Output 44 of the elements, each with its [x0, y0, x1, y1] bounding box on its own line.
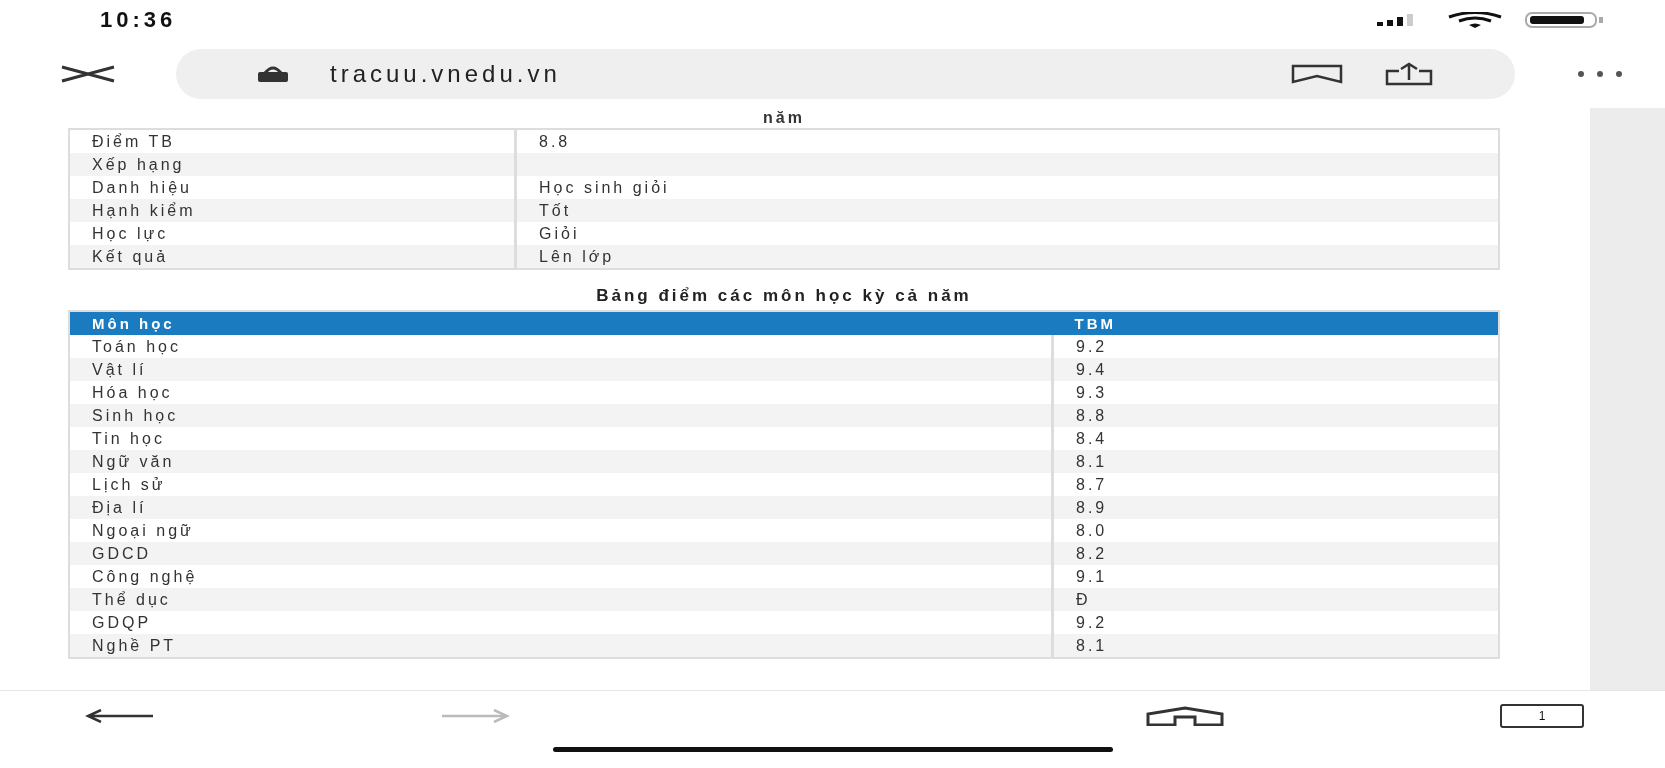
table-cell: Thể dục	[69, 588, 1053, 611]
table-cell: 9.4	[1052, 358, 1499, 381]
table-cell: Ngữ văn	[69, 450, 1053, 473]
table-cell: 8.9	[1052, 496, 1499, 519]
lock-icon	[256, 66, 290, 82]
table-cell: 8.8	[515, 129, 1499, 153]
bookmark-icon[interactable]	[1291, 64, 1343, 84]
close-icon[interactable]	[60, 65, 116, 83]
table-cell: Tin học	[69, 427, 1053, 450]
table-cell: GDQP	[69, 611, 1053, 634]
table-cell: 8.2	[1052, 542, 1499, 565]
table-cell: 8.1	[1052, 634, 1499, 658]
table-cell: Vật lí	[69, 358, 1053, 381]
table-cell: Toán học	[69, 335, 1053, 358]
table-cell: Xếp hạng	[69, 153, 516, 176]
table-cell: Hóa học	[69, 381, 1053, 404]
address-bar[interactable]: tracuu.vnedu.vn	[176, 49, 1515, 99]
table-cell: Đ	[1052, 588, 1499, 611]
more-icon[interactable]	[1575, 70, 1625, 78]
table-cell: Nghề PT	[69, 634, 1053, 658]
table-cell: Lịch sử	[69, 473, 1053, 496]
url-text: tracuu.vnedu.vn	[330, 60, 562, 88]
wifi-icon	[1447, 12, 1503, 28]
table-cell: GDCD	[69, 542, 1053, 565]
table-cell: Địa lí	[69, 496, 1053, 519]
battery-icon	[1525, 12, 1605, 28]
table-cell: 8.1	[1052, 450, 1499, 473]
table-cell: Giỏi	[515, 222, 1499, 245]
column-header: Môn học	[69, 311, 1053, 335]
table-caption: Bảng điểm các môn học kỳ cả năm	[596, 286, 972, 306]
page-heading: năm	[763, 108, 805, 128]
table-cell: Ngoại ngữ	[69, 519, 1053, 542]
table-cell: Kết quả	[69, 245, 516, 269]
home-icon[interactable]	[1145, 706, 1225, 726]
status-time: 10:36	[100, 7, 177, 33]
back-icon[interactable]	[85, 709, 155, 723]
table-cell: Học sinh giỏi	[515, 176, 1499, 199]
table-cell: Công nghệ	[69, 565, 1053, 588]
table-cell: Sinh học	[69, 404, 1053, 427]
share-icon[interactable]	[1383, 62, 1435, 86]
tab-count[interactable]: 1	[1500, 704, 1584, 728]
table-cell: 8.8	[1052, 404, 1499, 427]
table-cell: Hạnh kiểm	[69, 199, 516, 222]
column-header: TBM	[1052, 311, 1499, 335]
